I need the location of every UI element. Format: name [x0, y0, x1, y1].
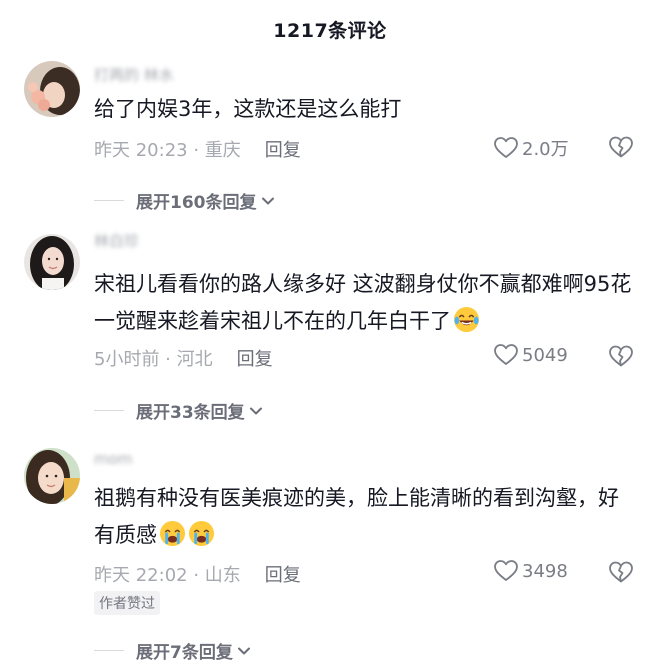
like-button[interactable]: 2.0万: [494, 135, 569, 161]
broken-heart-icon: [609, 561, 633, 583]
heart-outline-icon: [494, 344, 518, 365]
comment-time-location: 昨天 20:23 · 重庆: [94, 140, 241, 161]
dislike-button[interactable]: [608, 345, 634, 371]
reply-button[interactable]: 回复: [265, 561, 301, 587]
like-count: 2.0万: [522, 139, 569, 160]
expand-replies-label: 展开33条回复: [136, 403, 245, 423]
heart-outline-icon: [494, 560, 518, 581]
author-liked-badge: 作者赞过: [94, 591, 160, 615]
comment-text: 祖鹅有种没有医美痕迹的美，脸上能清晰的看到沟壑，好有质感: [94, 480, 634, 554]
comment-meta: 昨天 20:23 · 重庆 回复: [94, 136, 301, 162]
comment-time-location: 昨天 22:02 · 山东: [94, 565, 241, 586]
heart-outline-icon: [494, 137, 518, 158]
comment-text: 宋祖儿看看你的路人缘多好 这波翻身仗你不赢都难啊95花一觉醒来趁着宋祖儿不在的几…: [94, 266, 634, 340]
expand-replies-button[interactable]: 展开33条回复: [94, 398, 264, 423]
comment-meta: 5小时前 · 河北 回复: [94, 345, 273, 371]
chevron-down-icon: [261, 197, 274, 204]
expand-replies-label: 展开7条回复: [136, 643, 233, 663]
dislike-button[interactable]: [608, 136, 634, 162]
like-count: 3498: [522, 560, 568, 582]
reply-button[interactable]: 回复: [237, 345, 273, 371]
laugh-cry-emoji: [453, 306, 480, 333]
crying-emoji: [188, 520, 215, 547]
expand-replies-button[interactable]: 展开160条回复: [94, 188, 276, 213]
divider-line: [94, 200, 124, 201]
username[interactable]: 打两的 林水: [94, 64, 174, 85]
like-button[interactable]: 5049: [494, 344, 568, 366]
chevron-down-icon: [249, 407, 262, 414]
expand-replies-button[interactable]: 展开7条回复: [94, 638, 252, 663]
divider-line: [94, 410, 124, 411]
crying-emoji: [159, 520, 186, 547]
comment-meta: 昨天 22:02 · 山东 回复: [94, 561, 301, 587]
broken-heart-icon: [609, 136, 633, 158]
chevron-down-icon: [237, 647, 250, 654]
avatar[interactable]: [24, 234, 80, 290]
comment-count-title: 1217条评论: [273, 19, 387, 42]
comments-header: 1217条评论: [0, 0, 660, 58]
like-button[interactable]: 3498: [494, 560, 568, 582]
username[interactable]: mom: [94, 450, 132, 468]
expand-replies-label: 展开160条回复: [136, 193, 257, 213]
divider-line: [94, 650, 124, 651]
reply-button[interactable]: 回复: [265, 136, 301, 162]
avatar[interactable]: [24, 448, 80, 504]
comment-time-location: 5小时前 · 河北: [94, 349, 213, 370]
comment-text: 给了内娱3年，这款还是这么能打: [94, 97, 402, 121]
broken-heart-icon: [609, 345, 633, 367]
like-count: 5049: [522, 344, 568, 366]
username[interactable]: 林白珍: [94, 230, 139, 251]
avatar[interactable]: [24, 61, 80, 117]
dislike-button[interactable]: [608, 561, 634, 587]
comment-text-body: 宋祖儿看看你的路人缘多好 这波翻身仗你不赢都难啊95花一觉醒来趁着宋祖儿不在的几…: [94, 272, 632, 333]
